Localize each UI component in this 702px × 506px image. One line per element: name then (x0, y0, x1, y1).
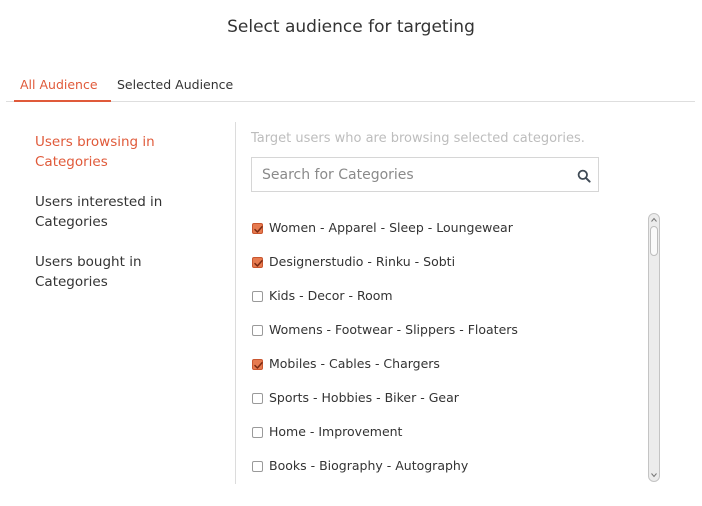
category-label: Home - Improvement (269, 424, 403, 439)
audience-type-nav: Users browsing in Categories Users inter… (35, 132, 215, 312)
category-checkbox[interactable] (252, 427, 263, 438)
tab-all-audience[interactable]: All Audience (14, 77, 110, 102)
category-search-box (251, 157, 599, 192)
nav-item-users-browsing[interactable]: Users browsing in Categories (35, 132, 215, 172)
check-icon (254, 260, 263, 267)
category-list: Women - Apparel - Sleep - Loungewear Desi… (251, 211, 641, 483)
category-item[interactable]: Books - Biography - Autography (251, 449, 641, 483)
category-label: Womens - Footwear - Slippers - Floaters (269, 322, 518, 337)
scroll-up-arrow-icon[interactable] (651, 217, 657, 223)
list-scrollbar[interactable] (648, 213, 660, 482)
category-checkbox[interactable] (252, 461, 263, 472)
tab-selected-audience[interactable]: Selected Audience (117, 77, 233, 101)
category-checkbox[interactable] (252, 359, 263, 370)
category-label: Books - Biography - Autography (269, 458, 469, 473)
check-icon (254, 226, 263, 233)
category-item[interactable]: Womens - Footwear - Slippers - Floaters (251, 313, 641, 347)
category-label: Designerstudio - Rinku - Sobti (269, 254, 456, 269)
category-item[interactable]: Home - Improvement (251, 415, 641, 449)
nav-item-users-interested[interactable]: Users interested in Categories (35, 192, 215, 232)
category-label: Women - Apparel - Sleep - Loungewear (269, 220, 513, 235)
category-checkbox[interactable] (252, 393, 263, 404)
category-item[interactable]: Women - Apparel - Sleep - Loungewear (251, 211, 641, 245)
nav-item-users-bought[interactable]: Users bought in Categories (35, 252, 215, 292)
category-search-input[interactable] (252, 158, 562, 191)
category-checkbox[interactable] (252, 223, 263, 234)
category-item[interactable]: Designerstudio - Rinku - Sobti (251, 245, 641, 279)
category-checkbox[interactable] (252, 257, 263, 268)
category-label: Kids - Decor - Room (269, 288, 393, 303)
category-label: Mobiles - Cables - Chargers (269, 356, 440, 371)
category-item[interactable]: Sports - Hobbies - Biker - Gear (251, 381, 641, 415)
category-item[interactable]: Kids - Decor - Room (251, 279, 641, 313)
check-icon (254, 362, 263, 369)
scroll-thumb[interactable] (650, 226, 658, 256)
vertical-divider (235, 122, 236, 484)
search-icon[interactable] (577, 169, 591, 183)
category-checkbox[interactable] (252, 291, 263, 302)
scroll-down-arrow-icon[interactable] (651, 472, 657, 478)
tab-bar: All Audience Selected Audience (6, 77, 695, 102)
target-hint: Target users who are browsing selected c… (251, 131, 585, 146)
category-label: Sports - Hobbies - Biker - Gear (269, 390, 459, 405)
category-checkbox[interactable] (252, 325, 263, 336)
category-item[interactable]: Mobiles - Cables - Chargers (251, 347, 641, 381)
page-title: Select audience for targeting (227, 17, 475, 37)
